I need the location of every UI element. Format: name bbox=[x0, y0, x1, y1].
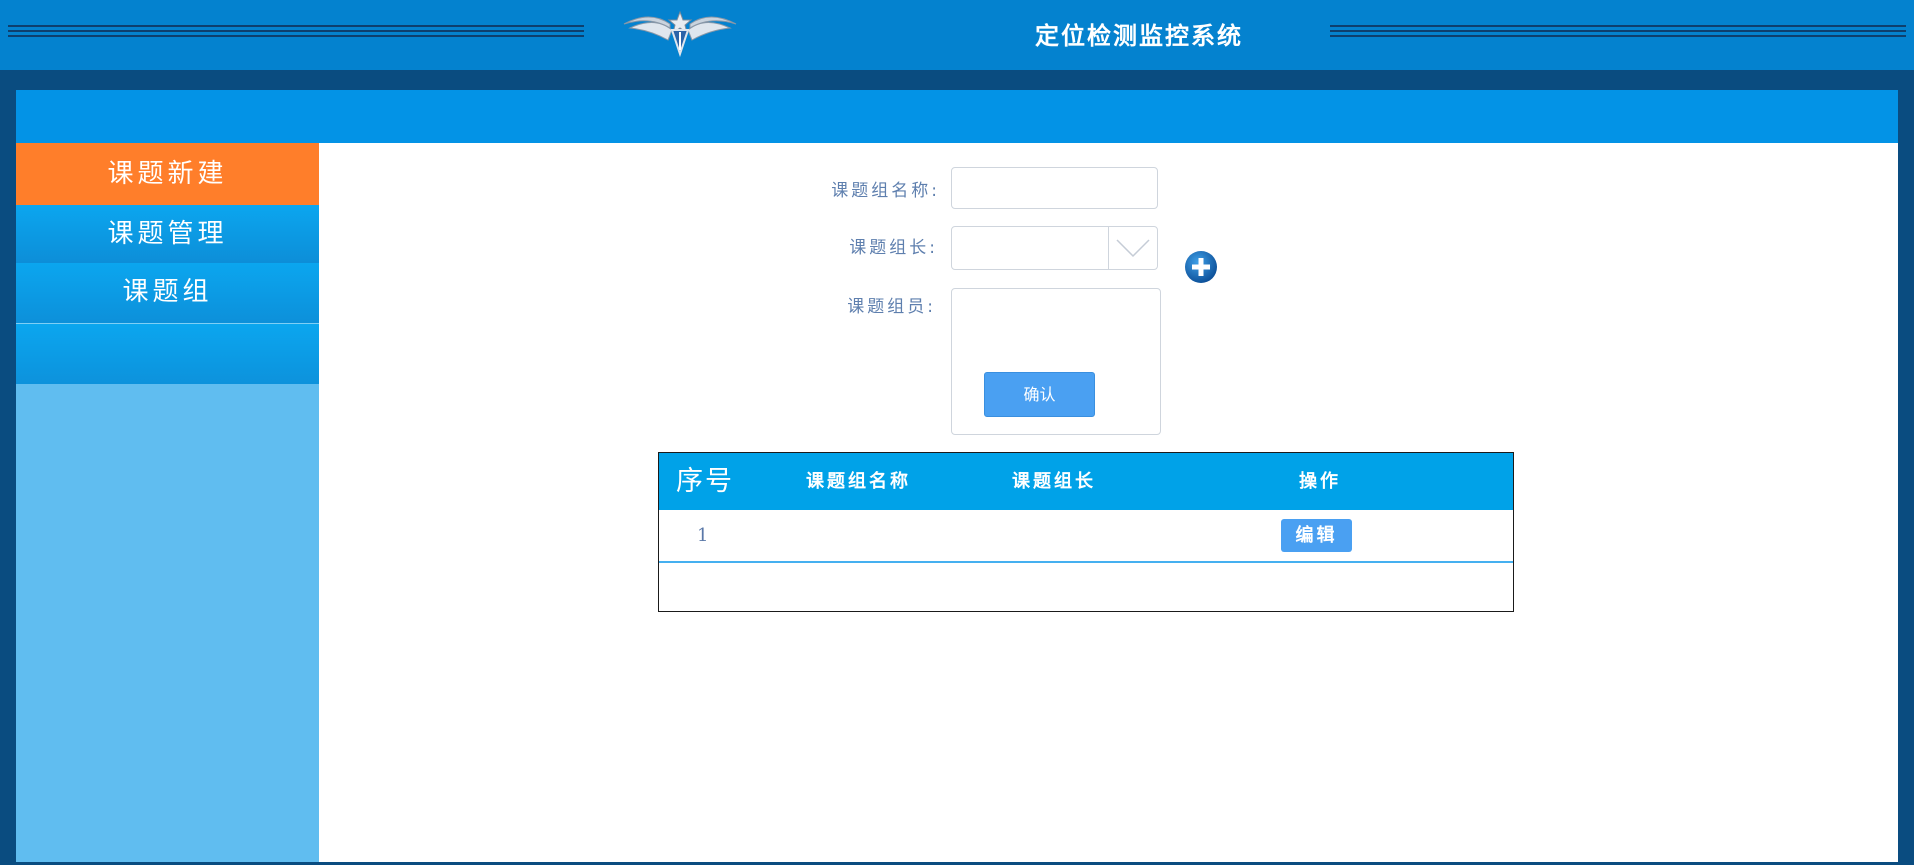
sub-header-bar bbox=[16, 90, 1898, 143]
column-header-group-name: 课题组名称 bbox=[806, 471, 911, 492]
column-header-leader: 课题组长 bbox=[1012, 471, 1096, 492]
column-header-seq: 序号 bbox=[676, 466, 734, 497]
group-name-input[interactable] bbox=[951, 167, 1158, 209]
confirm-button[interactable]: 确认 bbox=[984, 372, 1095, 417]
header-stripes-right bbox=[1330, 25, 1906, 41]
group-members-label: 课题组员: bbox=[847, 297, 936, 317]
column-header-action: 操作 bbox=[1299, 471, 1341, 492]
chevron-down-icon[interactable] bbox=[1108, 227, 1157, 269]
topic-group-table: 序号 课题组名称 课题组长 操作 1 编辑 bbox=[658, 452, 1514, 612]
top-header: 定位检测监控系统 bbox=[0, 0, 1914, 70]
plus-circle-icon[interactable] bbox=[1184, 250, 1218, 284]
winged-star-emblem-icon bbox=[620, 6, 740, 58]
sidebar: 课题新建 课题管理 课题组 bbox=[16, 143, 319, 862]
table-header: 序号 课题组名称 课题组长 操作 bbox=[659, 453, 1513, 510]
system-title: 定位检测监控系统 bbox=[1035, 21, 1243, 50]
sidebar-item-topic-manage[interactable]: 课题管理 bbox=[16, 205, 319, 263]
sidebar-item-empty bbox=[16, 324, 319, 384]
sidebar-item-topic-group[interactable]: 课题组 bbox=[16, 263, 319, 324]
group-name-label: 课题组名称: bbox=[831, 181, 940, 201]
group-leader-select[interactable] bbox=[951, 226, 1158, 270]
row-seq-cell: 1 bbox=[697, 525, 709, 546]
group-leader-label: 课题组长: bbox=[849, 238, 938, 258]
edit-button[interactable]: 编辑 bbox=[1281, 519, 1352, 552]
header-stripes-left bbox=[8, 25, 584, 41]
sidebar-item-topic-create[interactable]: 课题新建 bbox=[16, 143, 319, 205]
table-row: 1 编辑 bbox=[659, 510, 1513, 563]
